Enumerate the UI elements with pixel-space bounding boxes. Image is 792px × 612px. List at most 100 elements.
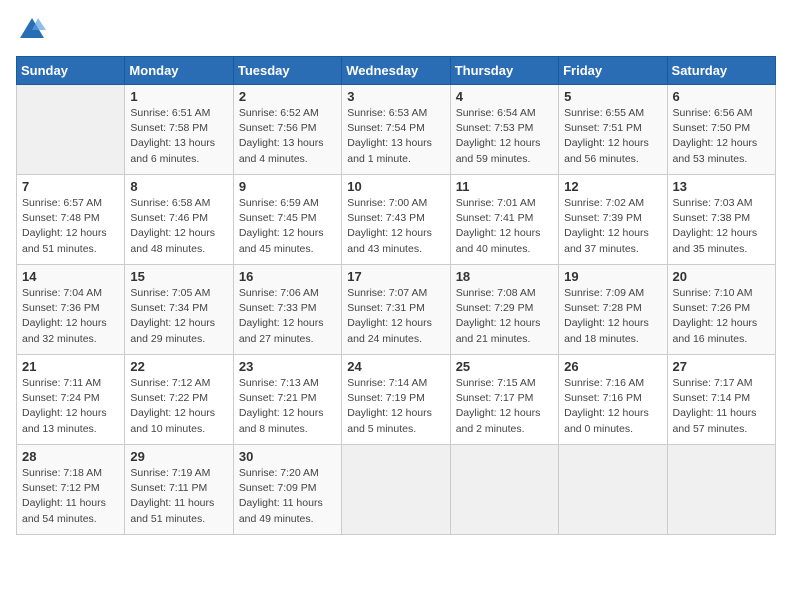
day-header-sunday: Sunday xyxy=(17,57,125,85)
calendar-cell: 28 Sunrise: 7:18 AM Sunset: 7:12 PM Dayli… xyxy=(17,445,125,535)
day-info: Sunrise: 6:59 AM Sunset: 7:45 PM Dayligh… xyxy=(239,196,336,257)
day-number: 11 xyxy=(456,179,553,194)
day-info: Sunrise: 7:08 AM Sunset: 7:29 PM Dayligh… xyxy=(456,286,553,347)
day-info: Sunrise: 6:58 AM Sunset: 7:46 PM Dayligh… xyxy=(130,196,227,257)
day-number: 22 xyxy=(130,359,227,374)
calendar-cell: 26 Sunrise: 7:16 AM Sunset: 7:16 PM Dayli… xyxy=(559,355,667,445)
day-info: Sunrise: 6:53 AM Sunset: 7:54 PM Dayligh… xyxy=(347,106,444,167)
calendar-header: SundayMondayTuesdayWednesdayThursdayFrid… xyxy=(17,57,776,85)
day-info: Sunrise: 6:56 AM Sunset: 7:50 PM Dayligh… xyxy=(673,106,770,167)
calendar-cell: 19Sunrise: 7:09 AM Sunset: 7:28 PM Dayli… xyxy=(559,265,667,355)
calendar-cell: 15 Sunrise: 7:05 AM Sunset: 7:34 PM Dayli… xyxy=(125,265,233,355)
day-number: 7 xyxy=(22,179,119,194)
day-number: 28 xyxy=(22,449,119,464)
day-info: Sunrise: 7:17 AM Sunset: 7:14 PM Dayligh… xyxy=(673,376,770,437)
day-header-thursday: Thursday xyxy=(450,57,558,85)
day-number: 19 xyxy=(564,269,661,284)
calendar-cell: 20 Sunrise: 7:10 AM Sunset: 7:26 PM Dayli… xyxy=(667,265,775,355)
calendar-week-0: 1 Sunrise: 6:51 AM Sunset: 7:58 PM Daylig… xyxy=(17,85,776,175)
calendar-cell: 7 Sunrise: 6:57 AM Sunset: 7:48 PM Daylig… xyxy=(17,175,125,265)
calendar-cell: 10 Sunrise: 7:00 AM Sunset: 7:43 PM Dayli… xyxy=(342,175,450,265)
day-number: 16 xyxy=(239,269,336,284)
day-number: 3 xyxy=(347,89,444,104)
day-number: 18 xyxy=(456,269,553,284)
day-info: Sunrise: 7:03 AM Sunset: 7:38 PM Dayligh… xyxy=(673,196,770,257)
day-info: Sunrise: 7:20 AM Sunset: 7:09 PM Dayligh… xyxy=(239,466,336,527)
day-number: 10 xyxy=(347,179,444,194)
calendar-cell xyxy=(450,445,558,535)
day-info: Sunrise: 7:06 AM Sunset: 7:33 PM Dayligh… xyxy=(239,286,336,347)
day-number: 23 xyxy=(239,359,336,374)
calendar-cell: 18 Sunrise: 7:08 AM Sunset: 7:29 PM Dayli… xyxy=(450,265,558,355)
day-number: 2 xyxy=(239,89,336,104)
day-number: 6 xyxy=(673,89,770,104)
calendar-cell: 13 Sunrise: 7:03 AM Sunset: 7:38 PM Dayli… xyxy=(667,175,775,265)
day-info: Sunrise: 6:57 AM Sunset: 7:48 PM Dayligh… xyxy=(22,196,119,257)
day-info: Sunrise: 7:12 AM Sunset: 7:22 PM Dayligh… xyxy=(130,376,227,437)
day-info: Sunrise: 6:55 AM Sunset: 7:51 PM Dayligh… xyxy=(564,106,661,167)
day-header-tuesday: Tuesday xyxy=(233,57,341,85)
calendar-cell: 9 Sunrise: 6:59 AM Sunset: 7:45 PM Daylig… xyxy=(233,175,341,265)
day-info: Sunrise: 6:54 AM Sunset: 7:53 PM Dayligh… xyxy=(456,106,553,167)
calendar-cell: 17 Sunrise: 7:07 AM Sunset: 7:31 PM Dayli… xyxy=(342,265,450,355)
day-info: Sunrise: 7:02 AM Sunset: 7:39 PM Dayligh… xyxy=(564,196,661,257)
calendar-cell: 23 Sunrise: 7:13 AM Sunset: 7:21 PM Dayli… xyxy=(233,355,341,445)
day-number: 4 xyxy=(456,89,553,104)
calendar-cell: 29Sunrise: 7:19 AM Sunset: 7:11 PM Dayli… xyxy=(125,445,233,535)
calendar-cell: 3 Sunrise: 6:53 AM Sunset: 7:54 PM Daylig… xyxy=(342,85,450,175)
calendar-cell: 25Sunrise: 7:15 AM Sunset: 7:17 PM Dayli… xyxy=(450,355,558,445)
day-number: 17 xyxy=(347,269,444,284)
day-info: Sunrise: 7:07 AM Sunset: 7:31 PM Dayligh… xyxy=(347,286,444,347)
calendar-cell: 11 Sunrise: 7:01 AM Sunset: 7:41 PM Dayli… xyxy=(450,175,558,265)
day-number: 13 xyxy=(673,179,770,194)
calendar-cell xyxy=(667,445,775,535)
day-number: 14 xyxy=(22,269,119,284)
day-info: Sunrise: 7:10 AM Sunset: 7:26 PM Dayligh… xyxy=(673,286,770,347)
calendar-cell xyxy=(342,445,450,535)
day-info: Sunrise: 7:04 AM Sunset: 7:36 PM Dayligh… xyxy=(22,286,119,347)
day-number: 12 xyxy=(564,179,661,194)
calendar-cell xyxy=(17,85,125,175)
day-info: Sunrise: 7:16 AM Sunset: 7:16 PM Dayligh… xyxy=(564,376,661,437)
day-number: 21 xyxy=(22,359,119,374)
calendar-cell: 1 Sunrise: 6:51 AM Sunset: 7:58 PM Daylig… xyxy=(125,85,233,175)
calendar-cell: 16 Sunrise: 7:06 AM Sunset: 7:33 PM Dayli… xyxy=(233,265,341,355)
day-number: 25 xyxy=(456,359,553,374)
logo-text xyxy=(16,16,46,44)
calendar-week-1: 7 Sunrise: 6:57 AM Sunset: 7:48 PM Daylig… xyxy=(17,175,776,265)
calendar-week-3: 21Sunrise: 7:11 AM Sunset: 7:24 PM Dayli… xyxy=(17,355,776,445)
calendar-cell: 4 Sunrise: 6:54 AM Sunset: 7:53 PM Daylig… xyxy=(450,85,558,175)
day-info: Sunrise: 7:05 AM Sunset: 7:34 PM Dayligh… xyxy=(130,286,227,347)
calendar-cell: 2Sunrise: 6:52 AM Sunset: 7:56 PM Daylig… xyxy=(233,85,341,175)
logo xyxy=(16,16,46,44)
calendar-table: SundayMondayTuesdayWednesdayThursdayFrid… xyxy=(16,56,776,535)
calendar-cell: 21Sunrise: 7:11 AM Sunset: 7:24 PM Dayli… xyxy=(17,355,125,445)
day-info: Sunrise: 7:13 AM Sunset: 7:21 PM Dayligh… xyxy=(239,376,336,437)
calendar-cell: 27 Sunrise: 7:17 AM Sunset: 7:14 PM Dayli… xyxy=(667,355,775,445)
day-number: 8 xyxy=(130,179,227,194)
calendar-cell: 14 Sunrise: 7:04 AM Sunset: 7:36 PM Dayli… xyxy=(17,265,125,355)
day-info: Sunrise: 6:51 AM Sunset: 7:58 PM Dayligh… xyxy=(130,106,227,167)
day-header-friday: Friday xyxy=(559,57,667,85)
day-header-saturday: Saturday xyxy=(667,57,775,85)
day-number: 27 xyxy=(673,359,770,374)
calendar-cell: 22 Sunrise: 7:12 AM Sunset: 7:22 PM Dayli… xyxy=(125,355,233,445)
page-header xyxy=(16,16,776,44)
calendar-week-2: 14 Sunrise: 7:04 AM Sunset: 7:36 PM Dayli… xyxy=(17,265,776,355)
day-info: Sunrise: 7:18 AM Sunset: 7:12 PM Dayligh… xyxy=(22,466,119,527)
day-info: Sunrise: 7:01 AM Sunset: 7:41 PM Dayligh… xyxy=(456,196,553,257)
day-number: 9 xyxy=(239,179,336,194)
day-number: 26 xyxy=(564,359,661,374)
day-number: 20 xyxy=(673,269,770,284)
day-number: 15 xyxy=(130,269,227,284)
calendar-cell: 6 Sunrise: 6:56 AM Sunset: 7:50 PM Daylig… xyxy=(667,85,775,175)
day-header-wednesday: Wednesday xyxy=(342,57,450,85)
calendar-cell: 12 Sunrise: 7:02 AM Sunset: 7:39 PM Dayli… xyxy=(559,175,667,265)
day-info: Sunrise: 7:00 AM Sunset: 7:43 PM Dayligh… xyxy=(347,196,444,257)
calendar-cell xyxy=(559,445,667,535)
day-number: 24 xyxy=(347,359,444,374)
calendar-cell: 5Sunrise: 6:55 AM Sunset: 7:51 PM Daylig… xyxy=(559,85,667,175)
calendar-cell: 30Sunrise: 7:20 AM Sunset: 7:09 PM Dayli… xyxy=(233,445,341,535)
calendar-cell: 24Sunrise: 7:14 AM Sunset: 7:19 PM Dayli… xyxy=(342,355,450,445)
day-number: 1 xyxy=(130,89,227,104)
